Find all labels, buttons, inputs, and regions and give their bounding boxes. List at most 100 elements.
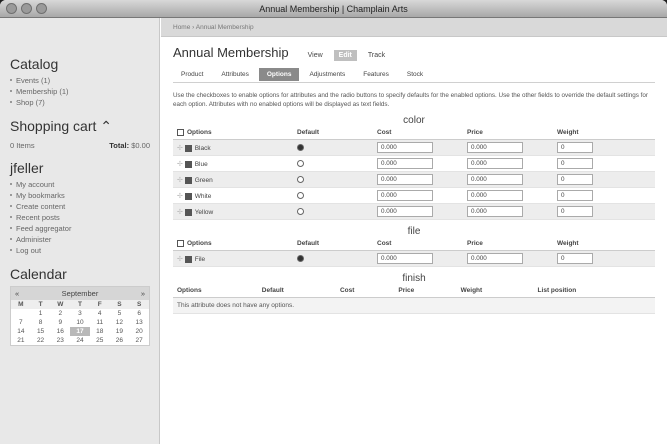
cost-input[interactable]: 0.000 [377,142,433,154]
calendar-day[interactable]: 25 [90,336,110,345]
catalog-item-membership[interactable]: Membership (1) [10,86,159,97]
option-name: File [194,255,206,263]
select-all-checkbox[interactable] [177,129,184,136]
cost-input[interactable]: 0.000 [377,190,433,202]
price-input[interactable]: 0.000 [467,174,523,186]
user-menu-my-account[interactable]: My account [10,179,159,190]
calendar-day[interactable]: 16 [50,327,70,336]
subtab-stock[interactable]: Stock [399,68,431,81]
default-radio[interactable] [297,176,304,184]
calendar-day[interactable]: 3 [70,309,90,318]
calendar-day[interactable]: 6 [129,309,149,318]
user-menu-create-content[interactable]: Create content [10,201,159,212]
price-input[interactable]: 0.000 [467,206,523,218]
cost-input[interactable]: 0.000 [377,158,433,170]
drag-handle-icon[interactable]: ✢ [177,177,183,184]
drag-handle-icon[interactable]: ✢ [177,209,183,216]
weight-input[interactable]: 0 [557,174,593,186]
calendar-day[interactable]: 10 [70,318,90,327]
default-radio[interactable] [297,144,304,152]
breadcrumb[interactable]: Home › Annual Membership [161,18,667,37]
browser-window: Annual Membership | Champlain Arts Catal… [0,0,667,444]
calendar-day[interactable]: 22 [31,336,51,345]
default-radio[interactable] [297,192,304,200]
calendar-day[interactable]: 19 [110,327,130,336]
calendar-day[interactable]: 1 [31,309,51,318]
column-price: Price [463,237,553,252]
cost-input[interactable]: 0.000 [377,253,433,265]
calendar-day[interactable]: 17 [70,327,90,336]
calendar-day[interactable]: 24 [70,336,90,345]
calendar-day[interactable]: 15 [31,327,51,336]
drag-handle-icon[interactable]: ✢ [177,193,183,200]
calendar-dow: T [30,300,51,309]
option-enabled-checkbox[interactable] [184,176,192,184]
calendar-prev-button[interactable]: « [15,289,19,298]
calendar-day[interactable]: 13 [129,318,149,327]
option-enabled-checkbox[interactable] [184,255,192,263]
calendar-day[interactable]: 27 [129,336,149,345]
cost-input[interactable]: 0.000 [377,174,433,186]
tab-track[interactable]: Track [363,50,390,61]
default-radio[interactable] [297,255,304,263]
price-input[interactable]: 0.000 [467,142,523,154]
subtab-attributes[interactable]: Attributes [213,68,256,81]
user-menu-feed-aggregator[interactable]: Feed aggregator [10,223,159,234]
weight-input[interactable]: 0 [557,190,593,202]
calendar-next-button[interactable]: » [141,289,145,298]
calendar-day[interactable]: 5 [110,309,130,318]
drag-handle-icon[interactable]: ✢ [177,161,183,168]
default-radio[interactable] [297,208,304,216]
calendar-day[interactable]: 9 [50,318,70,327]
cart-summary: 0 Items Total: $0.00 [10,141,150,150]
select-all-checkbox[interactable] [177,240,184,248]
calendar-day[interactable]: 11 [90,318,110,327]
drag-handle-icon[interactable]: ✢ [177,145,183,152]
catalog-item-events[interactable]: Events (1) [10,75,159,86]
calendar-day[interactable]: 14 [11,327,31,336]
weight-input[interactable]: 0 [557,142,593,154]
calendar-dow: F [89,300,110,309]
catalog-item-shop[interactable]: Shop (7) [10,97,159,108]
calendar-day[interactable]: 12 [110,318,130,327]
weight-input[interactable]: 0 [557,158,593,170]
price-input[interactable]: 0.000 [467,253,523,265]
option-enabled-checkbox[interactable] [184,160,192,168]
close-window-icon[interactable] [6,3,17,14]
user-menu-recent-posts[interactable]: Recent posts [10,212,159,223]
weight-input[interactable]: 0 [557,206,593,218]
calendar-day[interactable]: 21 [11,336,31,345]
zoom-window-icon[interactable] [36,3,47,14]
calendar-day[interactable]: 4 [90,309,110,318]
tab-edit[interactable]: Edit [333,50,357,61]
calendar-day[interactable]: 2 [50,309,70,318]
user-menu-log-out[interactable]: Log out [10,245,159,256]
drag-handle-icon[interactable]: ✢ [177,256,183,263]
calendar-day[interactable]: 23 [50,336,70,345]
user-menu-administer[interactable]: Administer [10,234,159,245]
price-input[interactable]: 0.000 [467,190,523,202]
price-input[interactable]: 0.000 [467,158,523,170]
subtab-product[interactable]: Product [173,68,211,81]
default-radio[interactable] [297,160,304,168]
calendar-day[interactable]: 7 [11,318,31,327]
shopping-cart-heading[interactable]: Shopping cart ⌃ [10,118,159,135]
option-enabled-checkbox[interactable] [184,208,192,216]
user-menu-my-bookmarks[interactable]: My bookmarks [10,190,159,201]
calendar-day[interactable]: 20 [129,327,149,336]
weight-cell: 0 [553,155,655,173]
weight-input[interactable]: 0 [557,253,593,265]
option-name: Blue [194,160,208,168]
minimize-window-icon[interactable] [21,3,32,14]
subtab-adjustments[interactable]: Adjustments [301,68,353,81]
subtab-options[interactable]: Options [258,68,300,81]
option-enabled-checkbox[interactable] [184,144,192,152]
calendar-day[interactable]: 18 [90,327,110,336]
calendar-day[interactable]: 8 [31,318,51,327]
option-enabled-checkbox[interactable] [184,192,192,200]
tab-view[interactable]: View [303,50,328,61]
calendar-day[interactable]: 26 [110,336,130,345]
cost-input[interactable]: 0.000 [377,206,433,218]
option-row: ✢ Blue 0.000 0.000 0 [173,155,655,173]
subtab-features[interactable]: Features [355,68,397,81]
